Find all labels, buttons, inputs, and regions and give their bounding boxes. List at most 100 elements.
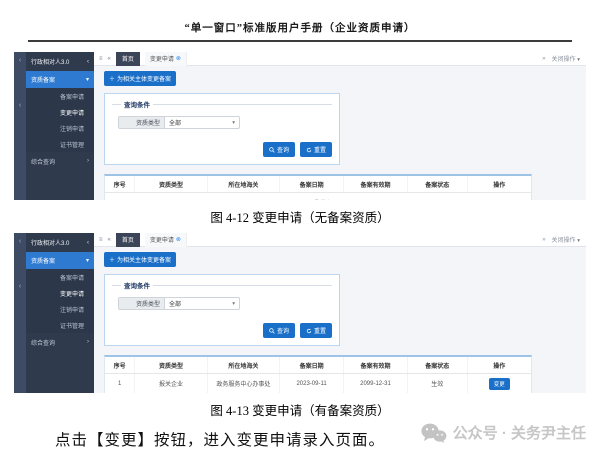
chevron-down-icon: ▾: [232, 120, 235, 126]
col-serial: 序号: [105, 357, 135, 374]
tab-close-icon[interactable]: ⊗: [176, 55, 181, 62]
reset-icon: [306, 147, 312, 153]
add-change-filing-button[interactable]: ＋ 为相关主体变更备案: [104, 252, 176, 267]
col-actions: 操作: [467, 357, 531, 374]
sidebar-item-beianshenqing[interactable]: 备案申请: [26, 88, 94, 104]
search-icon: [269, 328, 275, 334]
cell-status: 生效: [407, 374, 467, 394]
col-qualification-type: 资质类型: [135, 357, 207, 374]
close-operations-dropdown[interactable]: 关闭操作 ▾: [552, 54, 580, 63]
tabs-back-icon[interactable]: «: [108, 56, 111, 62]
sidebar-item-zizhibeian[interactable]: 资质备案 ▾: [26, 252, 94, 269]
sidebar-submenu: 备案申请 变更申请 注销申请 证书管理: [26, 88, 94, 152]
col-customs: 所在地海关: [207, 176, 279, 193]
figure-caption-4-13: 图 4-13 变更申请（有备案资质）: [0, 400, 600, 419]
col-validity: 备案有效期: [344, 357, 408, 374]
tab-home[interactable]: 首页: [116, 233, 140, 247]
reset-button[interactable]: 重置: [300, 142, 332, 157]
field-label: 资质类型: [119, 298, 165, 309]
sidebar-item-zhengshuguanli[interactable]: 证书管理: [26, 136, 94, 152]
collapse-chevron-icon[interactable]: ‹: [19, 283, 21, 290]
query-buttons: 查询 重置: [112, 142, 332, 157]
header-divider: [28, 40, 572, 42]
chevron-right-icon: ›: [87, 158, 89, 164]
sidebar: 行政相对人3.0 ‹ 资质备案 ▾ 备案申请 变更申请 注销申请 证书管理 综合…: [26, 52, 94, 200]
query-legend: 查询条件: [112, 280, 332, 290]
tabs-forward-icon[interactable]: »: [542, 56, 545, 62]
sidebar-item-beianshenqing[interactable]: 备案申请: [26, 269, 94, 285]
sidebar-item-biangengshenqing[interactable]: 变更申请: [26, 285, 94, 301]
sidebar-header: 行政相对人3.0 ‹: [26, 233, 94, 252]
figure-caption-4-12: 图 4-12 变更申请（无备案资质）: [0, 207, 600, 226]
empty-row: 无匹配数据: [105, 193, 531, 201]
table-header-row: 序号 资质类型 所在地海关 备案日期 备案有效期 备案状态 操作: [105, 176, 531, 193]
app-title: 行政相对人3.0: [31, 238, 69, 247]
app-title: 行政相对人3.0: [31, 57, 69, 66]
search-button[interactable]: 查询: [263, 142, 295, 157]
tabs-back-icon[interactable]: «: [108, 237, 111, 243]
query-panel: 查询条件 资质类型 全部 ▾ 查询 重置: [104, 93, 340, 165]
screenshot-fig-4-12: ‹ ‹ 行政相对人3.0 ‹ 资质备案 ▾ 备案申请 变更申请 注销申请 证书管…: [14, 52, 586, 200]
sidebar-item-zonghechaxun[interactable]: 综合查询 ›: [26, 152, 94, 170]
watermark: 公众号 · 关务尹主任: [421, 422, 586, 443]
sidebar-item-zhuxiaoshenqing[interactable]: 注销申请: [26, 301, 94, 317]
reset-button[interactable]: 重置: [300, 323, 332, 338]
search-button[interactable]: 查询: [263, 323, 295, 338]
plus-icon: ＋: [109, 255, 115, 264]
chevron-right-icon: ›: [87, 339, 89, 345]
search-icon: [269, 147, 275, 153]
menu-icon[interactable]: ≡: [99, 56, 103, 62]
tab-bar: ≡ « 首页 变更申请 ⊗ » 关闭操作 ▾: [94, 52, 586, 66]
sidebar-submenu: 备案申请 变更申请 注销申请 证书管理: [26, 269, 94, 333]
sidebar-item-zonghechaxun[interactable]: 综合查询 ›: [26, 333, 94, 351]
cell-customs: 政务服务中心办事处: [207, 374, 279, 394]
main-area: ≡ « 首页 变更申请 ⊗ » 关闭操作 ▾ ＋ 为相关主体变更备案: [94, 52, 586, 200]
sidebar-collapse-icon[interactable]: ‹: [87, 59, 89, 65]
chevron-down-icon: ▾: [86, 257, 89, 264]
reset-icon: [306, 328, 312, 334]
manual-page: “单一窗口”标准版用户手册（企业资质申请） ‹ ‹ 行政相对人3.0 ‹ 资质备…: [0, 0, 600, 453]
col-status: 备案状态: [407, 176, 467, 193]
tab-bar: ≡ « 首页 变更申请 ⊗ » 关闭操作 ▾: [94, 233, 586, 247]
watermark-text: 公众号 · 关务尹主任: [453, 422, 586, 443]
chevron-down-icon: ▾: [86, 76, 89, 83]
tab-home[interactable]: 首页: [116, 52, 140, 66]
tab-biangengshenqing[interactable]: 变更申请 ⊗: [145, 233, 187, 247]
change-button[interactable]: 变更: [489, 378, 510, 390]
menu-icon[interactable]: ≡: [99, 237, 103, 243]
tabs-forward-icon[interactable]: »: [542, 237, 545, 243]
col-filing-date: 备案日期: [280, 357, 344, 374]
cell-actions: 变更: [467, 374, 531, 394]
sidebar-item-zizhibeian[interactable]: 资质备案 ▾: [26, 71, 94, 88]
tab-close-icon[interactable]: ⊗: [176, 236, 181, 243]
collapse-chevron-icon[interactable]: ‹: [19, 238, 21, 245]
close-operations-dropdown[interactable]: 关闭操作 ▾: [552, 235, 580, 244]
sidebar-item-zhengshuguanli[interactable]: 证书管理: [26, 317, 94, 333]
collapse-chevron-icon[interactable]: ‹: [19, 57, 21, 64]
table-row: 1 报关企业 政务服务中心办事处 2023-09-11 2099-12-31 生…: [105, 374, 531, 394]
no-data-message: 无匹配数据: [105, 193, 531, 201]
sidebar-header: 行政相对人3.0 ‹: [26, 52, 94, 71]
col-filing-date: 备案日期: [280, 176, 344, 193]
collapse-chevron-icon[interactable]: ‹: [19, 102, 21, 109]
add-change-filing-button[interactable]: ＋ 为相关主体变更备案: [104, 71, 176, 86]
tab-biangengshenqing[interactable]: 变更申请 ⊗: [145, 52, 187, 66]
doc-title: “单一窗口”标准版用户手册（企业资质申请）: [0, 0, 600, 35]
sidebar-item-biangengshenqing[interactable]: 变更申请: [26, 104, 94, 120]
cell-type: 报关企业: [135, 374, 207, 394]
qualification-type-select[interactable]: 全部 ▾: [165, 117, 239, 128]
screenshot-fig-4-13: ‹ ‹ 行政相对人3.0 ‹ 资质备案 ▾ 备案申请 变更申请 注销申请 证书管…: [14, 233, 586, 393]
collapsed-rail: ‹ ‹: [14, 52, 26, 200]
sidebar-collapse-icon[interactable]: ‹: [87, 240, 89, 246]
col-validity: 备案有效期: [344, 176, 408, 193]
cell-serial: 1: [105, 374, 135, 394]
results-table: 序号 资质类型 所在地海关 备案日期 备案有效期 备案状态 操作 1 报关企业 …: [105, 357, 531, 393]
col-serial: 序号: [105, 176, 135, 193]
results-table-panel: 序号 资质类型 所在地海关 备案日期 备案有效期 备案状态 操作 无匹配数据: [104, 174, 532, 200]
col-actions: 操作: [467, 176, 531, 193]
qualification-type-select[interactable]: 全部 ▾: [165, 298, 239, 309]
wechat-icon: [421, 423, 447, 443]
table-header-row: 序号 资质类型 所在地海关 备案日期 备案有效期 备案状态 操作: [105, 357, 531, 374]
sidebar-item-zhuxiaoshenqing[interactable]: 注销申请: [26, 120, 94, 136]
query-panel: 查询条件 资质类型 全部 ▾ 查询 重置: [104, 274, 340, 346]
